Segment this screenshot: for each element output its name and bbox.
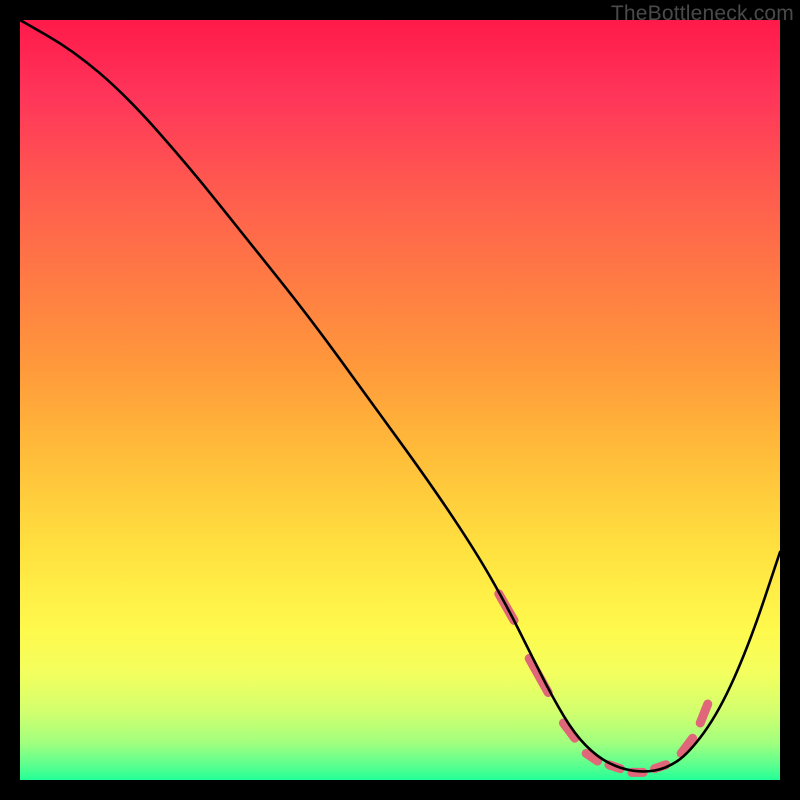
plot-area xyxy=(20,20,780,780)
chart-frame: TheBottleneck.com xyxy=(0,0,800,800)
curve-layer xyxy=(20,20,780,780)
highlight-dash xyxy=(529,658,548,692)
highlight-dashes xyxy=(499,594,708,773)
main-curve xyxy=(20,20,780,771)
highlight-dash xyxy=(681,738,692,753)
watermark-text: TheBottleneck.com xyxy=(611,2,794,26)
highlight-dash xyxy=(700,704,708,723)
